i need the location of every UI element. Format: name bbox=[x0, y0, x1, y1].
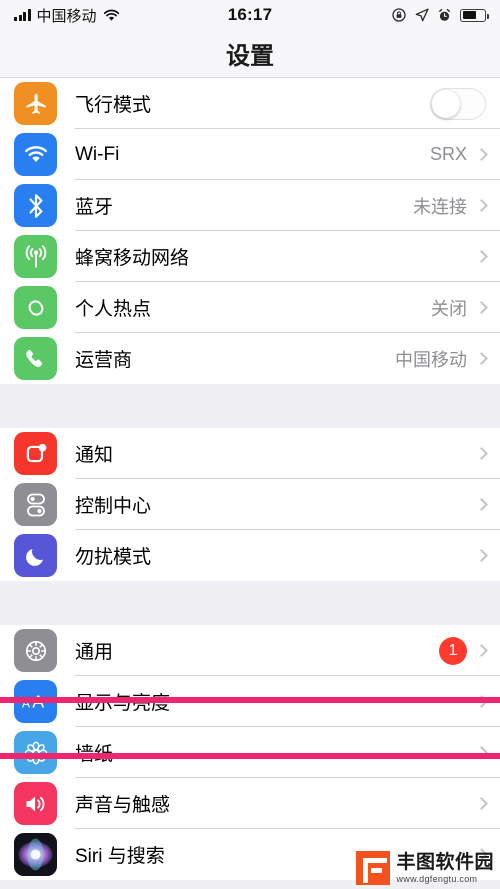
row-accessory bbox=[467, 549, 488, 562]
sidebar-item-label: 通知 bbox=[75, 445, 114, 466]
bluetooth-value: 未连接 bbox=[413, 196, 467, 217]
hotspot-link-icon bbox=[14, 286, 57, 329]
speaker-volume-icon bbox=[14, 782, 57, 825]
sidebar-item-airplane-mode[interactable]: 飞行模式 bbox=[0, 78, 500, 129]
row-accessory bbox=[467, 447, 488, 460]
bluetooth-icon bbox=[14, 184, 57, 227]
sidebar-item-sounds-haptics[interactable]: 声音与触感 bbox=[0, 778, 500, 829]
iphone-settings-screen: 中国移动 16:17 设置 飞行模式 Wi-Fi SRX 蓝牙 未连接 蜂窝移动… bbox=[0, 0, 500, 889]
chevron-right-icon bbox=[475, 148, 488, 161]
sidebar-item-label: 通用 bbox=[75, 642, 114, 663]
row-accessory: 关闭 bbox=[431, 295, 488, 321]
chevron-right-icon bbox=[475, 301, 488, 314]
status-bar-right bbox=[392, 8, 489, 22]
wifi-icon bbox=[14, 133, 57, 176]
chevron-right-icon bbox=[475, 797, 488, 810]
sidebar-item-do-not-disturb[interactable]: 勿扰模式 bbox=[0, 530, 500, 581]
sidebar-item-label: 墙纸 bbox=[75, 744, 114, 765]
row-accessory: 1 bbox=[439, 636, 488, 665]
carrier-value: 中国移动 bbox=[395, 349, 467, 370]
watermark-text: 丰图软件园 www.dgfengtu.com bbox=[396, 853, 494, 884]
watermark-url: www.dgfengtu.com bbox=[396, 873, 478, 884]
sidebar-item-label: 个人热点 bbox=[75, 299, 152, 320]
location-arrow-icon bbox=[415, 8, 429, 22]
sidebar-item-notifications[interactable]: 通知 bbox=[0, 428, 500, 479]
sidebar-item-label: 控制中心 bbox=[75, 496, 152, 517]
flower-wallpaper-icon bbox=[14, 731, 57, 774]
row-accessory bbox=[467, 695, 488, 708]
row-accessory[interactable] bbox=[430, 87, 486, 120]
page-title: 设置 bbox=[226, 43, 274, 70]
group-separator bbox=[0, 581, 500, 625]
text-size-aa-icon: A A bbox=[14, 680, 57, 723]
group-separator bbox=[0, 384, 500, 428]
chevron-right-icon bbox=[475, 447, 488, 460]
sidebar-item-label: 声音与触感 bbox=[75, 795, 171, 816]
settings-group-connectivity: 飞行模式 Wi-Fi SRX 蓝牙 未连接 蜂窝移动网络 个人热点 关闭 运营商… bbox=[0, 78, 500, 384]
chevron-right-icon bbox=[475, 549, 488, 562]
sidebar-item-label: 飞行模式 bbox=[75, 95, 152, 116]
sidebar-item-personal-hotspot[interactable]: 个人热点 关闭 bbox=[0, 282, 500, 333]
status-bar: 中国移动 16:17 bbox=[0, 0, 500, 30]
row-accessory bbox=[467, 250, 488, 263]
sidebar-item-cellular[interactable]: 蜂窝移动网络 bbox=[0, 231, 500, 282]
watermark-logo-icon bbox=[356, 851, 391, 885]
cellular-tower-icon bbox=[14, 235, 57, 278]
sidebar-item-label: 勿扰模式 bbox=[75, 547, 152, 568]
sidebar-item-display-brightness[interactable]: A A 显示与亮度 bbox=[0, 676, 500, 727]
crescent-moon-icon bbox=[14, 534, 57, 577]
chevron-right-icon bbox=[475, 352, 488, 365]
sidebar-item-label: 蜂窝移动网络 bbox=[75, 248, 190, 269]
settings-group-system: 通用 1 A A 显示与亮度 墙纸 声音与触感 Siri 与搜索 bbox=[0, 625, 500, 880]
chevron-right-icon bbox=[475, 199, 488, 212]
chevron-right-icon bbox=[475, 746, 488, 759]
airplane-mode-toggle[interactable] bbox=[430, 87, 486, 120]
settings-list[interactable]: 飞行模式 Wi-Fi SRX 蓝牙 未连接 蜂窝移动网络 个人热点 关闭 运营商… bbox=[0, 78, 500, 889]
wifi-value: SRX bbox=[429, 144, 467, 164]
sidebar-item-wallpaper[interactable]: 墙纸 bbox=[0, 727, 500, 778]
sidebar-item-label: Siri 与搜索 bbox=[75, 846, 165, 867]
row-accessory bbox=[467, 746, 488, 759]
settings-group-notifications: 通知 控制中心 勿扰模式 bbox=[0, 428, 500, 581]
hotspot-value: 关闭 bbox=[431, 298, 467, 319]
battery-icon bbox=[460, 8, 489, 22]
rotation-lock-icon bbox=[392, 8, 406, 22]
sidebar-item-label: Wi-Fi bbox=[75, 143, 120, 165]
sidebar-item-control-center[interactable]: 控制中心 bbox=[0, 479, 500, 530]
sidebar-item-wifi[interactable]: Wi-Fi SRX bbox=[0, 129, 500, 180]
row-accessory: 未连接 bbox=[413, 193, 488, 219]
row-accessory bbox=[467, 498, 488, 511]
airplane-icon bbox=[14, 82, 57, 125]
sidebar-item-label: 显示与亮度 bbox=[75, 693, 171, 714]
notification-badge-icon bbox=[14, 432, 57, 475]
chevron-right-icon bbox=[475, 250, 488, 263]
chevron-right-icon bbox=[475, 644, 488, 657]
status-badge: 1 bbox=[439, 636, 467, 665]
control-center-toggles-icon bbox=[14, 483, 57, 526]
sidebar-item-label: 蓝牙 bbox=[75, 197, 114, 218]
siri-orb-icon bbox=[14, 833, 57, 876]
alarm-clock-icon bbox=[439, 8, 450, 21]
row-accessory: SRX bbox=[429, 144, 488, 165]
sidebar-item-bluetooth[interactable]: 蓝牙 未连接 bbox=[0, 180, 500, 231]
phone-handset-icon bbox=[14, 337, 57, 380]
sidebar-item-general[interactable]: 通用 1 bbox=[0, 625, 500, 676]
sidebar-item-carrier[interactable]: 运营商 中国移动 bbox=[0, 333, 500, 384]
navigation-bar: 设置 bbox=[0, 30, 500, 78]
sidebar-item-label: 运营商 bbox=[75, 350, 133, 371]
chevron-right-icon bbox=[475, 498, 488, 511]
chevron-right-icon bbox=[475, 695, 488, 708]
row-accessory bbox=[467, 797, 488, 810]
svg-text:A: A bbox=[21, 696, 30, 710]
gear-icon bbox=[14, 629, 57, 672]
watermark-name: 丰图软件园 bbox=[396, 851, 494, 873]
watermark: 丰图软件园 www.dgfengtu.com bbox=[356, 851, 494, 885]
row-accessory: 中国移动 bbox=[395, 346, 488, 372]
svg-text:A: A bbox=[32, 691, 44, 711]
